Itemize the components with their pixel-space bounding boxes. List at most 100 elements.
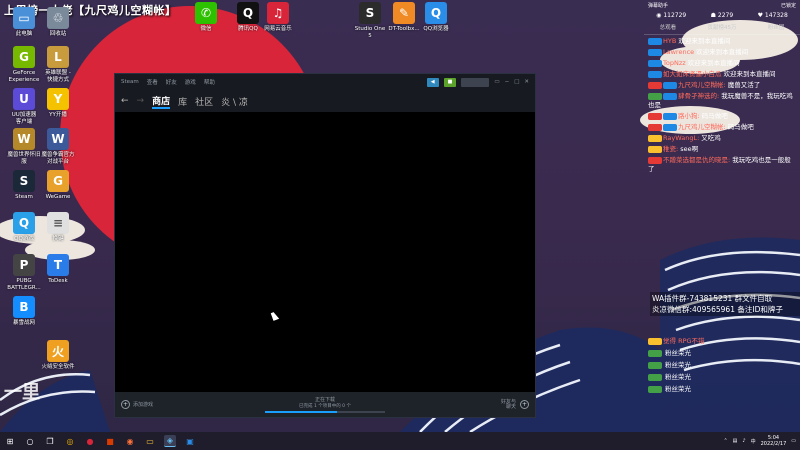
firefox-icon[interactable]: ◉	[124, 435, 136, 447]
explorer-icon[interactable]: ▭	[144, 435, 156, 447]
tab-total-views[interactable]: 总观看	[660, 23, 677, 31]
desktop-icon[interactable]: W 魔兽争霸官方 对战平台	[36, 128, 80, 166]
desktop-icon[interactable]: Q QQ浏览器	[414, 2, 458, 33]
chat-text: 魔兽又活了	[727, 81, 761, 89]
fan-badge	[648, 361, 662, 369]
chat-username[interactable]: 觉得 RPG不错	[663, 337, 705, 345]
task-view-icon[interactable]: ❐	[44, 435, 56, 447]
chat-username[interactable]: 肆骨孑神选的:	[678, 92, 719, 100]
desktop-icon[interactable]: L 英雄联盟 - 快捷方式	[36, 46, 80, 84]
fan-badge	[648, 37, 662, 45]
netease-icon[interactable]: ●	[84, 435, 96, 447]
chat-text: 粉丝荣光	[665, 349, 691, 357]
chat-username[interactable]: Lawrence	[663, 48, 694, 56]
tab-user[interactable]: 炎 \ 凉	[221, 95, 248, 108]
chat-username[interactable]: HYB	[663, 37, 676, 45]
desktop-icon[interactable]: ≡ 换键	[36, 212, 80, 243]
chat-message: 不蹭菜选都是仇的晓是: 我玩吃鸡也是一般般了	[648, 156, 796, 174]
clock-date: 2022/2/17	[760, 441, 787, 447]
chat-message: 九尺鸡儿空糊帐: 码马做吧	[648, 123, 796, 132]
network-icon[interactable]: ▤	[733, 438, 738, 444]
menu-view[interactable]: 查看	[147, 78, 158, 86]
back-arrow-icon[interactable]: ←	[121, 96, 129, 106]
office-icon[interactable]: ■	[104, 435, 116, 447]
maximize-icon[interactable]: −	[505, 79, 510, 85]
desktop-icon-label: 换键	[52, 236, 64, 242]
notification-center-icon[interactable]: ▭	[791, 438, 796, 444]
panel-header: 弹幕助手 已锁定	[644, 0, 800, 10]
chevron-up-icon[interactable]: ⌃	[723, 438, 727, 444]
clock[interactable]: 5:04 2022/2/17	[761, 435, 787, 447]
desktop-icon[interactable]: Y YY开播	[36, 88, 80, 119]
group-info-overlay: WA插件群-743815231 群文件自取 炎凉微信群:409565961 备注…	[650, 292, 800, 316]
wegame-icon: G	[47, 170, 69, 192]
steam-icon: S	[13, 170, 35, 192]
uu-icon: U	[13, 88, 35, 110]
search-icon[interactable]: ○	[24, 435, 36, 447]
computer-icon: ▭	[13, 7, 35, 29]
desktop-icon[interactable]: 火火绒安全软件	[36, 340, 80, 371]
chat-username[interactable]: TopNzz	[663, 59, 686, 67]
tab-community[interactable]: 社区	[195, 95, 213, 108]
chat-username[interactable]: RayWangL:	[663, 134, 699, 142]
input-method[interactable]: 中	[751, 438, 756, 445]
desktop-icon[interactable]: T ToDesk	[36, 254, 80, 285]
menu-games[interactable]: 游戏	[185, 78, 196, 86]
forward-arrow-icon[interactable]: →	[137, 96, 145, 106]
tab-library[interactable]: 库	[178, 95, 187, 108]
tab-fans[interactable]: 粉丝团	[768, 23, 785, 31]
chat-text: 码马做吧	[727, 123, 754, 131]
desktop-icon-label: 回收站	[49, 31, 67, 37]
chat-message: 粉丝荣光	[648, 372, 707, 382]
desktop-icon[interactable]: ♲ 回收站	[36, 7, 80, 38]
desktop-icon[interactable]: ♫ 网易云音乐	[256, 2, 300, 33]
chat-message: 路小狗: 码马做吧	[648, 112, 796, 121]
chat-username[interactable]: 稚瓷:	[663, 145, 678, 153]
restore-icon[interactable]: □	[514, 79, 519, 85]
desktop-icon[interactable]: ✆ 微信	[184, 2, 228, 33]
stat-fans: ♥ 147328	[757, 12, 788, 19]
panel-lock[interactable]: 已锁定	[781, 2, 796, 9]
stat-views: ◉ 112729	[656, 12, 687, 19]
overlay-line-2: 炎凉微信群:409565961 备注ID和牌子	[652, 305, 783, 314]
chat-username[interactable]: 九尺鸡儿空糊帐:	[678, 81, 726, 89]
steam-nav: ← → 商店 库 社区 炎 \ 凉	[115, 90, 535, 112]
file-icon: ≡	[47, 212, 69, 234]
steam-icon[interactable]: ◈	[164, 435, 176, 447]
fan-badge	[648, 156, 662, 164]
stats-row: ◉ 112729 ☗ 2279 ♥ 147328	[644, 10, 800, 21]
download-status[interactable]: 正在下载 已完成 1 个项目中的 0 个	[115, 396, 535, 413]
steam-titlebar[interactable]: Steam 查看 好友 游戏 帮助 ◀ ■ ▭ − □ ✕	[115, 74, 535, 90]
chat-username[interactable]: 如大如床贤逼小白瓜	[663, 70, 722, 78]
user-menu[interactable]	[461, 77, 490, 87]
desktop-icon[interactable]: B 暴雪战网	[2, 296, 46, 327]
chat-list: HYB 欢迎来到本直播间 Lawrence 欢迎来到本直播间 TopNzz 欢迎来到本直播…	[644, 35, 800, 178]
close-icon[interactable]: ✕	[524, 79, 529, 85]
steam-content-area[interactable]	[115, 112, 535, 394]
desktop-icon[interactable]: G WeGame	[36, 170, 80, 201]
broadcast-icon[interactable]: ◀	[426, 77, 439, 87]
steam-window[interactable]: Steam 查看 好友 游戏 帮助 ◀ ■ ▭ − □ ✕ ← → 商店 库 社…	[114, 73, 536, 418]
volume-icon[interactable]: ♪	[742, 438, 745, 444]
minimize-icon[interactable]: ▭	[494, 79, 499, 85]
chat-username[interactable]: 不蹭菜选都是仇的晓是:	[663, 156, 730, 164]
menu-help[interactable]: 帮助	[204, 78, 215, 86]
remote-icon[interactable]: ▣	[184, 435, 196, 447]
tab-contrib[interactable]: 贡献榜45万	[707, 23, 736, 31]
chat-text: 粉丝荣光	[665, 385, 691, 393]
chat-message: 如大如床贤逼小白瓜 欢迎来到本直播间	[648, 70, 796, 79]
fan-badge	[648, 337, 662, 345]
chat-message: Lawrence 欢迎来到本直播间	[648, 48, 796, 57]
chat-text: 又吃鸡	[701, 134, 721, 142]
windows-start-icon[interactable]: ⊞	[4, 435, 16, 447]
menu-steam[interactable]: Steam	[121, 79, 139, 85]
desktop-icon-label: 暴雪战网	[12, 320, 35, 326]
chat-username[interactable]: 九尺鸡儿空糊帐:	[678, 123, 726, 131]
menu-friends[interactable]: 好友	[166, 78, 177, 86]
notification-icon[interactable]: ■	[443, 77, 457, 87]
tab-store[interactable]: 商店	[152, 94, 171, 109]
stat-contrib: ☗ 2279	[710, 12, 734, 19]
chrome-icon[interactable]: ◎	[64, 435, 76, 447]
fan-badge	[648, 123, 662, 131]
chat-username[interactable]: 路小狗:	[678, 112, 700, 120]
